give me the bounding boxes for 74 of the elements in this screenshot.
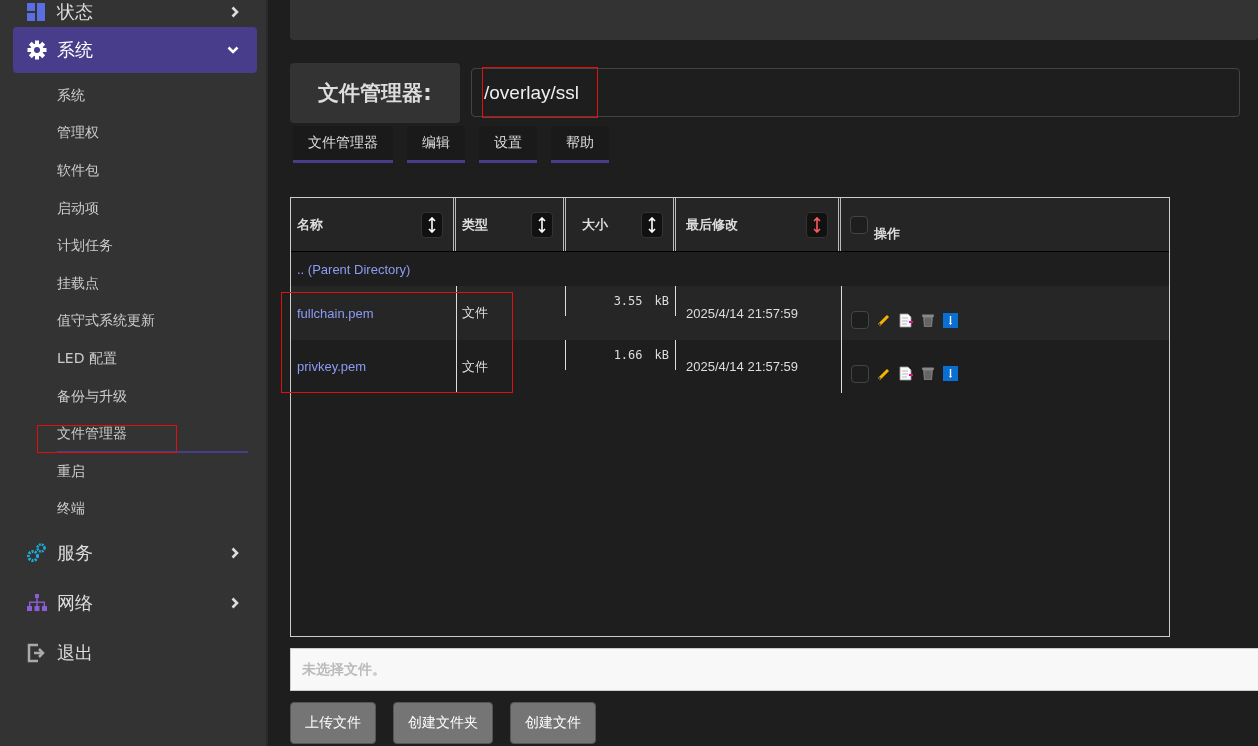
checkbox[interactable] (850, 215, 868, 234)
column-header: 名称 (297, 215, 323, 234)
sort-button[interactable] (641, 211, 663, 238)
logout-icon (27, 643, 47, 664)
sort-button[interactable] (531, 211, 553, 238)
submenu-item[interactable]: 启动项 (57, 189, 248, 228)
sort-button[interactable] (421, 211, 443, 238)
chevron-right-icon (231, 6, 239, 18)
checkbox[interactable] (851, 364, 869, 383)
menu-label: 退出 (57, 641, 94, 666)
action-button[interactable]: 上传文件 (290, 702, 376, 744)
column-header: 最后修改 (686, 215, 738, 234)
submenu-item[interactable]: 挂载点 (57, 264, 248, 303)
document-icon[interactable] (899, 312, 913, 328)
network-icon (27, 594, 47, 613)
sidebar-menu-item[interactable]: 系统 (13, 27, 257, 73)
gears-icon (27, 543, 47, 564)
column-header: 操作 (874, 224, 900, 243)
size-unit: kB (654, 348, 669, 362)
document-icon[interactable] (899, 366, 913, 381)
submenu-item[interactable]: 终端 (57, 490, 248, 529)
sidebar-menu-item[interactable]: 服务 (13, 528, 257, 579)
tab[interactable]: 设置 (479, 126, 537, 163)
submenu-item[interactable]: 计划任务 (57, 227, 248, 265)
trash-icon[interactable] (921, 366, 935, 381)
file-name-link[interactable]: privkey.pem (297, 359, 367, 374)
pencil-icon[interactable] (877, 366, 891, 381)
tab[interactable]: 文件管理器 (293, 126, 393, 163)
chevron-right-icon (231, 597, 239, 610)
size-unit: kB (654, 294, 669, 308)
download-icon[interactable] (943, 312, 958, 328)
submenu-item[interactable]: 重启 (57, 452, 248, 491)
sidebar-menu-item[interactable]: 状态 (13, 0, 257, 24)
action-button[interactable]: 创建文件夹 (393, 702, 493, 744)
submenu-item[interactable]: 系统 (57, 77, 248, 115)
checkbox[interactable] (851, 311, 869, 329)
file-type: 文件 (462, 304, 488, 322)
submenu-item[interactable]: LED 配置 (57, 340, 248, 378)
settings-icon (27, 40, 47, 60)
dashboard-icon (27, 3, 47, 21)
file-size: 1.66 (613, 348, 643, 362)
submenu-item[interactable]: 文件管理器 (57, 415, 248, 453)
file-size: 3.55 (613, 294, 643, 308)
tab[interactable]: 帮助 (551, 126, 609, 163)
file-type: 文件 (462, 357, 488, 376)
sort-icon (813, 216, 821, 233)
sort-button[interactable] (806, 211, 828, 238)
chevron-right-icon (231, 547, 239, 560)
modified-date: 2025/4/14 21:57:59 (686, 359, 799, 374)
file-name-link[interactable]: fullchain.pem (297, 305, 374, 321)
sort-icon (428, 216, 436, 233)
modified-date: 2025/4/14 21:57:59 (686, 305, 799, 321)
sort-icon (538, 216, 546, 233)
menu-label: 网络 (57, 591, 94, 616)
menu-label: 服务 (57, 541, 94, 566)
path-field[interactable]: /overlay/ssl (471, 68, 1240, 117)
sidebar-menu-item[interactable]: 退出 (13, 628, 257, 679)
submenu-item[interactable]: 软件包 (57, 152, 248, 190)
chevron-down-icon (227, 46, 239, 54)
menu-label: 状态 (57, 0, 94, 24)
tab[interactable]: 编辑 (407, 126, 465, 163)
column-header: 大小 (582, 215, 608, 234)
page-title: 文件管理器: (290, 63, 460, 123)
submenu-item[interactable]: 管理权 (57, 114, 248, 153)
pencil-icon[interactable] (877, 313, 891, 327)
trash-icon[interactable] (921, 312, 935, 328)
sort-icon (648, 216, 656, 233)
column-header: 类型 (462, 215, 488, 234)
parent-directory-link[interactable]: .. (Parent Directory) (291, 252, 1169, 286)
action-button[interactable]: 创建文件 (510, 702, 596, 744)
submenu-item[interactable]: 值守式系统更新 (57, 302, 248, 341)
sidebar-menu-item[interactable]: 网络 (13, 578, 257, 629)
submenu-item[interactable]: 备份与升级 (57, 377, 248, 416)
menu-label: 系统 (57, 38, 94, 62)
